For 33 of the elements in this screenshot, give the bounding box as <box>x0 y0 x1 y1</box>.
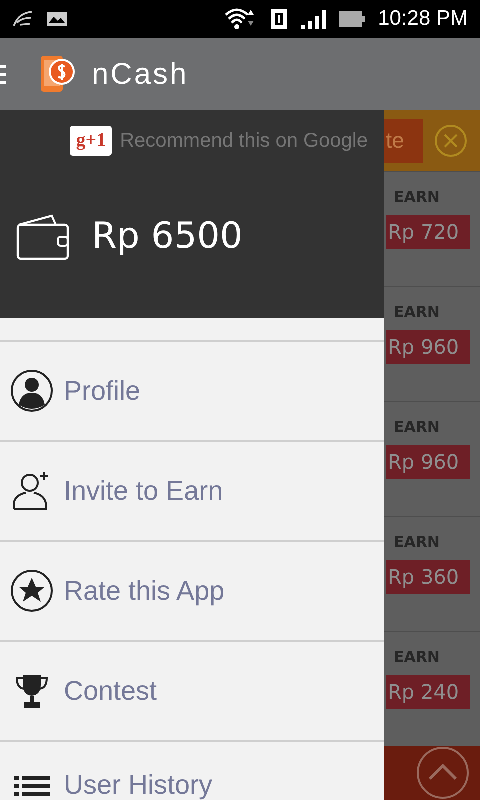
earn-label: EARN <box>394 187 440 208</box>
status-time: 10:28 PM <box>378 6 468 32</box>
reward-button[interactable]: Rp 960 <box>386 330 470 364</box>
recommend-label[interactable]: Recommend this on Google <box>120 126 368 156</box>
drawer-item[interactable]: Rate this App <box>64 576 225 606</box>
reward-button[interactable]: Rp 240 <box>386 674 470 708</box>
balance-amount: Rp 6500 <box>92 215 243 259</box>
scroll-up-icon[interactable] <box>416 746 470 800</box>
logo-icon <box>40 54 78 94</box>
reward-button[interactable]: Rp 360 <box>386 560 470 594</box>
image-icon <box>46 10 68 28</box>
drawer-item[interactable]: User History <box>64 770 213 800</box>
close-icon[interactable] <box>434 124 468 158</box>
battery-icon <box>338 10 366 28</box>
google-plus-badge[interactable]: g+1 <box>70 126 112 156</box>
earn-label: EARN <box>394 302 440 323</box>
wallet-icon <box>16 213 70 261</box>
signal-icon <box>300 8 326 30</box>
bird-icon <box>12 10 34 28</box>
star-circle-icon <box>10 569 54 613</box>
reward-button[interactable]: Rp 720 <box>386 214 470 248</box>
banner-button[interactable]: te <box>384 118 423 162</box>
earn-label: EARN <box>394 417 440 438</box>
earn-label: EARN <box>394 532 440 553</box>
earn-label: EARN <box>394 647 440 668</box>
app-title: nCash <box>92 56 189 92</box>
drawer-item[interactable]: Invite to Earn <box>64 476 224 506</box>
profile-icon <box>10 369 54 413</box>
sim-card-icon <box>270 8 288 30</box>
drawer-item[interactable]: Profile <box>64 376 141 406</box>
reward-button[interactable]: Rp 960 <box>386 444 470 478</box>
drawer-item[interactable]: Contest <box>64 676 158 706</box>
menu-icon[interactable] <box>0 63 8 85</box>
